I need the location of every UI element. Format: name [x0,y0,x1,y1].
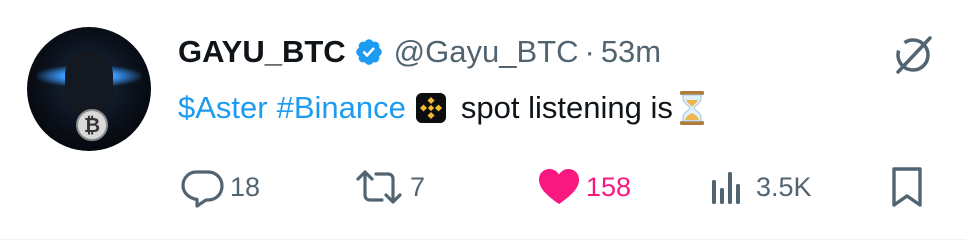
hourglass-icon [679,91,704,125]
grok-icon[interactable] [888,30,938,80]
avatar[interactable]: ₿ [27,27,151,151]
verified-badge-icon [355,39,382,65]
views-count: 3.5K [756,171,812,202]
tweet[interactable]: ₿ GAYU_BTC @Gayu_BTC · 53m $Aster #Binan… [0,0,966,240]
bookmark-icon [892,167,922,207]
separator-dot: · [584,34,595,69]
display-name[interactable]: GAYU_BTC [178,34,346,70]
repost-icon [356,170,402,204]
heart-icon [539,169,579,204]
repost-count: 7 [410,171,426,202]
like-button[interactable]: 158 [536,160,631,214]
avatar-figure [65,51,113,113]
binance-logo-icon [415,93,446,123]
reply-count: 18 [230,171,261,202]
tweet-text-body: spot listening is [460,90,673,125]
views-icon [712,172,740,204]
cashtag-link[interactable]: $Aster [178,90,268,126]
repost-button[interactable]: 7 [352,160,425,214]
hashtag-link[interactable]: #Binance [277,90,406,126]
like-count: 158 [586,171,632,202]
reply-icon [181,170,224,208]
bookmark-button[interactable] [884,160,930,214]
bitcoin-icon: ₿ [76,109,108,141]
views-button[interactable]: 3.5K [706,160,812,214]
tweet-text: $Aster #Binance spot listening is [178,86,707,130]
timestamp[interactable]: 53m [601,34,661,70]
user-handle[interactable]: @Gayu_BTC [394,34,579,70]
tweet-actions: 18 7 158 3.5K [0,160,966,214]
tweet-header: GAYU_BTC @Gayu_BTC · 53m [178,30,661,74]
reply-button[interactable]: 18 [178,160,260,214]
